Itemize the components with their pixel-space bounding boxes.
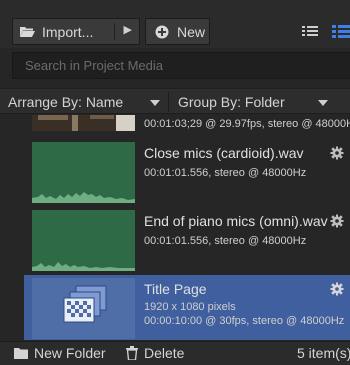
list-view-icon[interactable] (300, 20, 320, 42)
item-meta: 00:01:01.556, stereo @ 48000Hz (144, 167, 307, 179)
item-dimensions: 1920 x 1080 pixels (144, 301, 236, 313)
sort-divider (168, 92, 169, 112)
project-media-panel: Import... ▶ New Search in Project Media … (0, 0, 350, 365)
trash-icon (126, 346, 138, 360)
caret-down-icon (150, 100, 160, 106)
toolbar: Import... ▶ New (0, 0, 350, 48)
gear-icon[interactable] (330, 146, 344, 160)
new-folder-button[interactable]: New Folder (14, 345, 106, 361)
list-item[interactable]: End of piano mics (omni).wav 00:01:01.55… (24, 207, 350, 274)
search-input[interactable] (12, 52, 350, 79)
arrange-by-label: Arrange By: Name (8, 94, 124, 110)
title-sequence-icon (63, 285, 107, 323)
delete-label: Delete (144, 345, 185, 361)
audio-thumbnail (32, 142, 135, 203)
chevron-right-icon[interactable]: ▶ (124, 23, 132, 36)
new-button[interactable]: New (145, 18, 210, 45)
waveform-image (32, 192, 135, 203)
item-meta: 00:00:10:00 @ 30fps, stereo @ 48000Hz (144, 315, 345, 327)
gear-icon[interactable] (330, 214, 344, 228)
item-name: Close mics (cardioid).wav (144, 145, 304, 161)
list-item[interactable]: Close mics (cardioid).wav 00:01:01.556, … (24, 139, 350, 206)
gear-icon[interactable] (330, 282, 344, 296)
arrange-by-dropdown[interactable]: Arrange By: Name (8, 89, 168, 115)
new-label: New (177, 23, 206, 40)
footer-bar: New Folder Delete 5 item(s) (0, 341, 350, 365)
list-item-selected[interactable]: Title Page 1920 x 1080 pixels 00:00:10:0… (24, 275, 350, 340)
import-divider (114, 23, 115, 40)
waveform-image (32, 262, 135, 271)
video-thumbnail (32, 115, 135, 131)
list-item[interactable]: 00:01:03;29 @ 29.97fps, stereo @ 48000Hz (24, 115, 350, 134)
item-name: End of piano mics (omni).wav (144, 213, 328, 229)
delete-button[interactable]: Delete (126, 345, 184, 361)
import-label: Import... (42, 23, 94, 40)
audio-thumbnail (32, 210, 135, 271)
item-meta: 00:01:03;29 @ 29.97fps, stereo @ 48000Hz (144, 118, 350, 130)
title-thumbnail (32, 278, 135, 339)
caret-down-icon (318, 100, 328, 106)
sort-bar: Arrange By: Name Group By: Folder (0, 88, 350, 114)
video-frame-image (32, 115, 135, 131)
item-meta: 00:01:01.556, stereo @ 48000Hz (144, 235, 307, 247)
detail-view-icon[interactable] (330, 20, 350, 42)
import-button[interactable]: Import... ▶ (12, 18, 140, 45)
group-by-label: Group By: Folder (178, 94, 285, 110)
group-by-dropdown[interactable]: Group By: Folder (178, 89, 338, 115)
media-list[interactable]: 00:01:03;29 @ 29.97fps, stereo @ 48000Hz… (0, 115, 350, 340)
folder-open-icon (20, 26, 35, 37)
folder-icon (14, 348, 28, 359)
item-name: Title Page (144, 281, 207, 297)
item-count: 5 item(s) (297, 345, 350, 361)
new-folder-label: New Folder (34, 345, 106, 361)
plus-circle-icon (155, 25, 169, 38)
